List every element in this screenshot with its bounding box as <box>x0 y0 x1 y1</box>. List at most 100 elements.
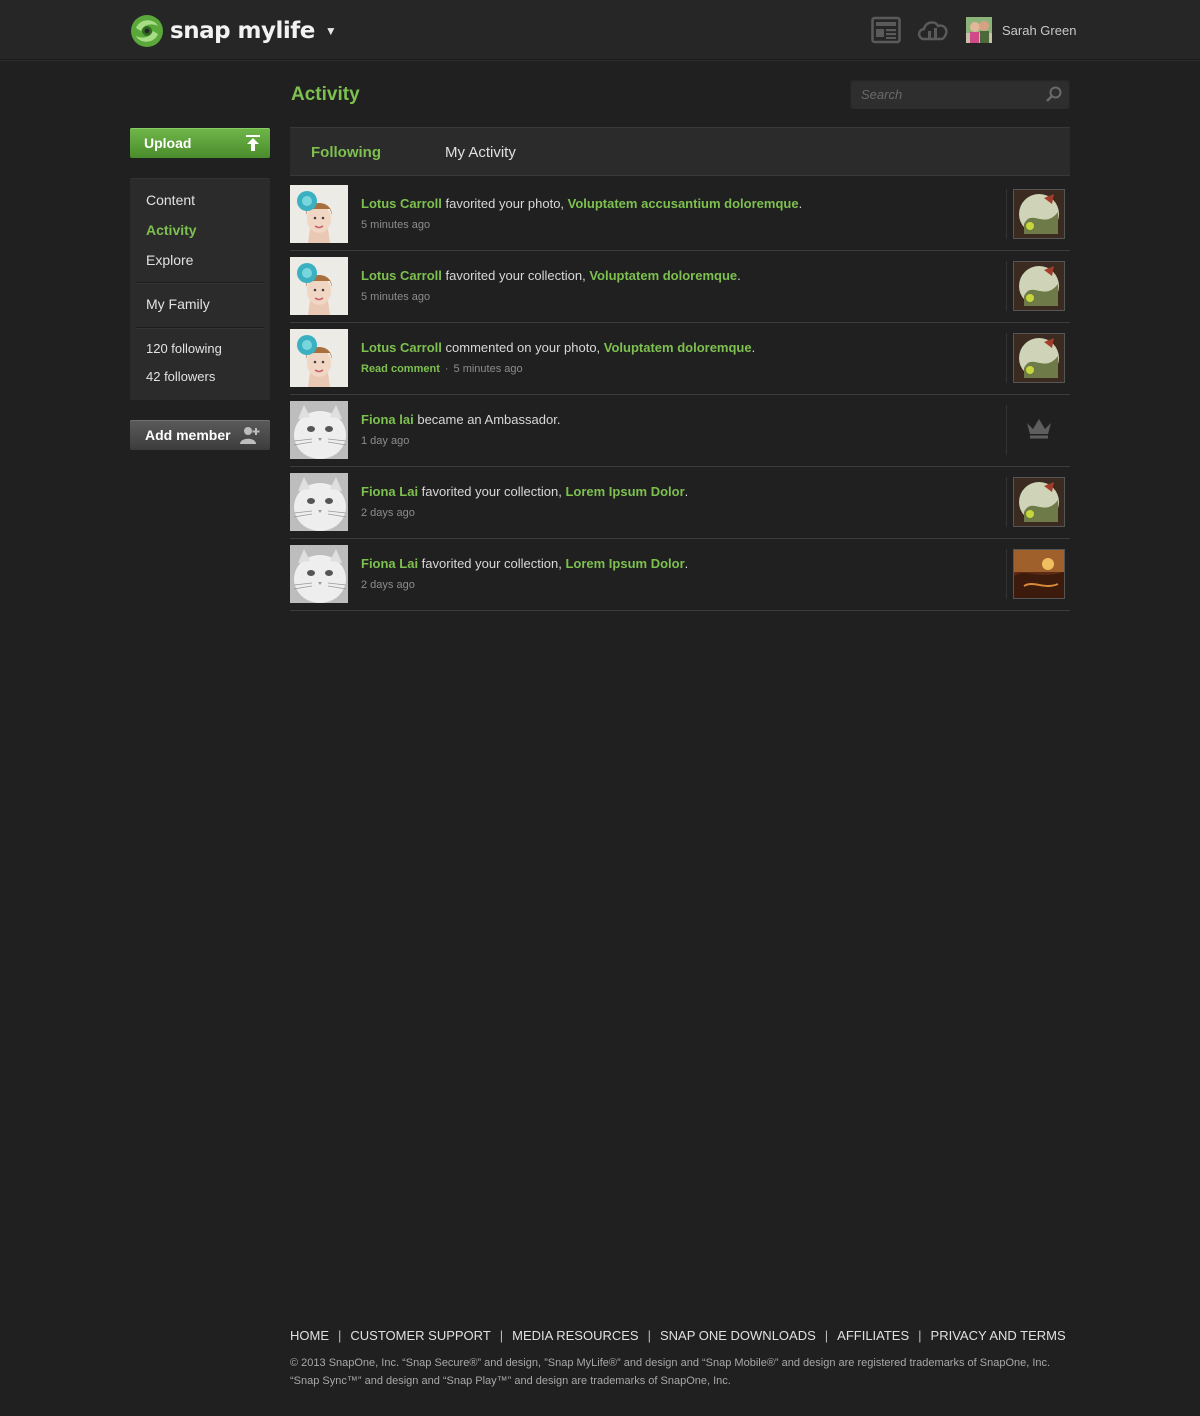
action-text: favorited your collection, <box>441 268 590 283</box>
user-link[interactable]: Lotus Carroll <box>361 340 442 355</box>
end-punctuation: . <box>737 268 741 283</box>
divider <box>1006 261 1007 311</box>
list-item: Lotus Carroll commented on your photo, V… <box>290 323 1070 395</box>
activity-feed: Lotus Carroll favorited your photo, Volu… <box>290 179 1070 611</box>
sidebar-item-explore[interactable]: Explore <box>146 252 193 268</box>
cloud-icon[interactable] <box>916 16 950 44</box>
footer-separator: | <box>824 1328 829 1343</box>
activity-text: Fiona Lai favorited your collection, Lor… <box>361 484 688 499</box>
footer-separator: | <box>647 1328 651 1343</box>
activity-text: Lotus Carroll commented on your photo, V… <box>361 340 755 355</box>
collection-thumbnail[interactable] <box>1013 477 1065 527</box>
end-punctuation: . <box>684 484 689 499</box>
news-icon[interactable] <box>871 16 901 44</box>
photo-thumbnail[interactable] <box>1013 189 1065 239</box>
sidebar-item-activity[interactable]: Activity <box>146 222 197 238</box>
avatar[interactable] <box>290 329 348 387</box>
timestamp: 5 minutes ago <box>453 363 523 375</box>
action-text: favorited your photo, <box>441 196 568 211</box>
activity-meta: 5 minutes ago <box>361 291 430 303</box>
footer-separator: | <box>918 1328 922 1343</box>
page-title: Activity <box>291 84 360 105</box>
tab-following[interactable]: Following <box>311 144 381 161</box>
divider <box>1006 333 1007 383</box>
search-input[interactable] <box>850 79 1041 109</box>
activity-meta: 2 days ago <box>361 507 415 519</box>
activity-meta: 5 minutes ago <box>361 219 430 231</box>
avatar[interactable] <box>290 185 348 243</box>
followers-count[interactable]: 42 followers <box>146 369 215 384</box>
user-link[interactable]: Lotus Carroll <box>361 196 442 211</box>
user-link[interactable]: Fiona Lai <box>361 484 418 499</box>
object-link[interactable]: Voluptatem doloremque <box>589 268 737 283</box>
timestamp: 2 days ago <box>361 507 415 519</box>
top-bar: snap mylife ▼ Sarah Green <box>0 0 1200 60</box>
action-text: favorited your collection, <box>418 556 566 571</box>
list-item: Lotus Carroll favorited your photo, Volu… <box>290 179 1070 251</box>
sidebar-nav: Content Activity Explore My Family 120 f… <box>130 178 270 400</box>
read-comment-link[interactable]: Read comment <box>361 363 440 375</box>
legal-text: “Snap Sync™” and design and “Snap Play™”… <box>290 1375 731 1387</box>
footer-link-privacy-and-terms[interactable]: PRIVACY AND TERMS <box>931 1328 1066 1343</box>
avatar <box>966 17 992 43</box>
end-punctuation: . <box>798 196 803 211</box>
tab-my-activity[interactable]: My Activity <box>445 144 516 161</box>
upload-button[interactable]: Upload <box>130 128 270 158</box>
list-item: Fiona Lai favorited your collection, Lor… <box>290 467 1070 539</box>
object-link[interactable]: Voluptatem accusantium doloremque <box>568 196 799 211</box>
avatar[interactable] <box>290 545 348 603</box>
following-count[interactable]: 120 following <box>146 341 222 356</box>
add-member-button[interactable]: Add member <box>130 420 270 450</box>
divider <box>1006 189 1007 239</box>
avatar[interactable] <box>290 257 348 315</box>
user-link[interactable]: Fiona Lai <box>361 556 418 571</box>
activity-text: Lotus Carroll favorited your photo, Volu… <box>361 196 802 211</box>
add-user-icon <box>240 427 260 444</box>
search-icon[interactable] <box>1046 86 1062 102</box>
timestamp: 1 day ago <box>361 435 410 447</box>
snap-logo-icon <box>131 15 163 47</box>
user-name: Sarah Green <box>1002 22 1077 38</box>
user-menu[interactable]: Sarah Green <box>966 17 1076 43</box>
collection-thumbnail[interactable] <box>1013 261 1065 311</box>
footer-link-snap-one-downloads[interactable]: SNAP ONE DOWNLOADS <box>660 1328 816 1343</box>
chevron-down-icon[interactable]: ▼ <box>325 24 337 38</box>
logo[interactable]: snap mylife ▼ <box>130 14 337 48</box>
user-link[interactable]: Lotus Carroll <box>361 268 442 283</box>
list-item: Lotus Carroll favorited your collection,… <box>290 251 1070 323</box>
end-punctuation: . <box>684 556 689 571</box>
footer-link-customer-support[interactable]: CUSTOMER SUPPORT <box>350 1328 490 1343</box>
footer-link-affiliates[interactable]: AFFILIATES <box>837 1328 909 1343</box>
timestamp: 5 minutes ago <box>361 291 431 303</box>
collection-thumbnail[interactable] <box>1013 549 1065 599</box>
user-link[interactable]: Fiona lai <box>361 412 414 427</box>
divider <box>1006 477 1007 527</box>
footer-separator: | <box>338 1328 342 1343</box>
avatar[interactable] <box>290 401 348 459</box>
divider <box>1006 405 1007 455</box>
divider <box>1006 549 1007 599</box>
crown-icon <box>1027 419 1051 439</box>
activity-meta: Read comment · 5 minutes ago <box>361 363 523 375</box>
upload-label: Upload <box>144 135 192 151</box>
object-link[interactable]: Lorem Ipsum Dolor <box>565 556 684 571</box>
footer-link-home[interactable]: HOME <box>290 1328 329 1343</box>
end-punctuation: . <box>751 340 756 355</box>
avatar[interactable] <box>290 473 348 531</box>
activity-meta: 1 day ago <box>361 435 409 447</box>
list-item: Fiona lai became an Ambassador. 1 day ag… <box>290 395 1070 467</box>
footer-separator: | <box>499 1328 504 1343</box>
photo-thumbnail[interactable] <box>1013 333 1065 383</box>
footer-nav: HOME | CUSTOMER SUPPORT | MEDIA RESOURCES | SN… <box>290 1328 1066 1343</box>
sidebar-item-my-family[interactable]: My Family <box>146 296 210 312</box>
object-link[interactable]: Voluptatem doloremque <box>604 340 752 355</box>
activity-tabs: Following My Activity <box>290 127 1070 176</box>
object-link[interactable]: Lorem Ipsum Dolor <box>565 484 684 499</box>
legal-text: © 2013 SnapOne, Inc. “Snap Secure®” and … <box>290 1357 1051 1369</box>
sidebar-item-content[interactable]: Content <box>146 192 195 208</box>
action-text: favorited your collection, <box>418 484 566 499</box>
activity-text: Fiona lai became an Ambassador. <box>361 412 560 427</box>
timestamp: 2 days ago <box>361 579 415 591</box>
activity-text: Fiona Lai favorited your collection, Lor… <box>361 556 688 571</box>
footer-link-media-resources[interactable]: MEDIA RESOURCES <box>512 1328 638 1343</box>
